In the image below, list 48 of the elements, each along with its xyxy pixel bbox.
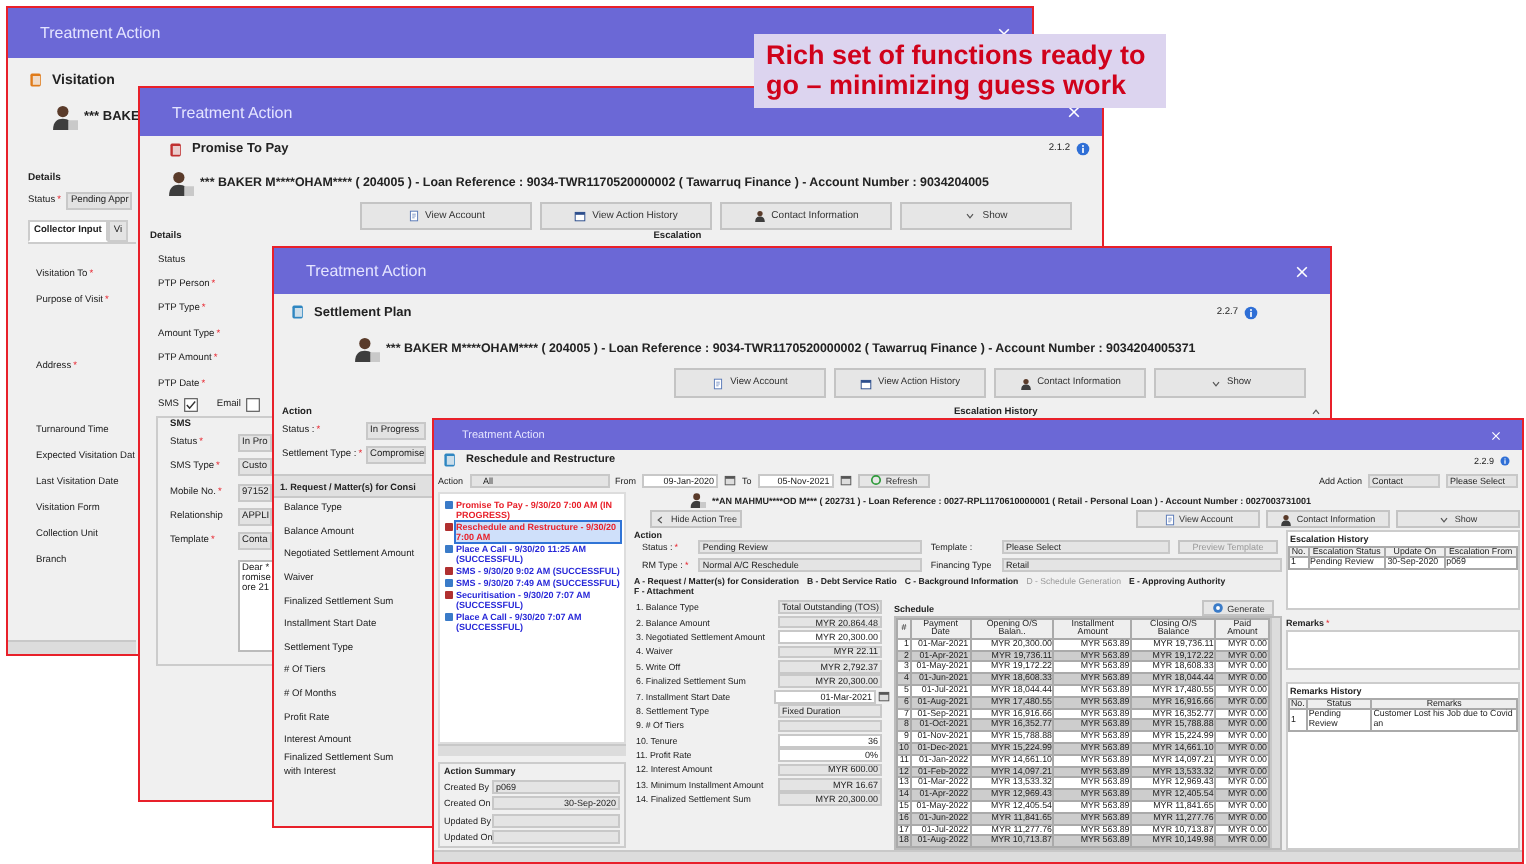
scrollbar[interactable]: [8, 640, 136, 654]
form-icon: [290, 304, 306, 320]
chevron-down-icon: [1438, 513, 1451, 525]
chevron-down-icon: [1209, 377, 1221, 389]
info-icon[interactable]: [1500, 455, 1510, 465]
user-icon: [52, 104, 78, 130]
callout-text: Rich set of functions ready to go – minimizing guess work: [754, 34, 1166, 108]
calendar-icon[interactable]: [878, 690, 890, 703]
remarks-field[interactable]: [1286, 630, 1520, 670]
user-icon: [1019, 377, 1032, 389]
checkbox-checked[interactable]: [184, 398, 199, 413]
collapse-icon[interactable]: [1310, 406, 1322, 418]
user-icon: [690, 492, 706, 508]
info-icon[interactable]: [1076, 142, 1090, 156]
document-icon: [712, 377, 725, 389]
refresh-icon: [869, 474, 882, 486]
form-icon: [168, 141, 184, 157]
calendar-icon[interactable]: [724, 474, 737, 486]
checkbox[interactable]: [246, 398, 261, 413]
window-title: Treatment Action: [306, 262, 427, 280]
close-icon[interactable]: [1294, 263, 1310, 279]
action-icon: [444, 522, 454, 532]
input-field: [778, 719, 882, 733]
chevron-down-icon: [964, 210, 977, 222]
chevron-left-icon: [654, 513, 667, 525]
action-icon: [444, 500, 454, 510]
close-icon[interactable]: [1066, 104, 1082, 120]
form-icon: [28, 72, 44, 88]
calendar-icon: [860, 377, 873, 389]
readonly-field: [492, 813, 620, 827]
window-title: Treatment Action: [40, 24, 161, 42]
scrollbar[interactable]: [434, 850, 1522, 862]
action-icon: [444, 544, 454, 554]
window-title: Treatment Action: [172, 103, 293, 121]
scrollbar[interactable]: [438, 744, 626, 756]
action-icon: [444, 612, 454, 622]
calendar-icon: [574, 210, 587, 222]
calendar-icon[interactable]: [839, 474, 852, 486]
info-icon[interactable]: [1244, 305, 1258, 319]
scrollbar[interactable]: [1270, 618, 1280, 848]
user-icon: [168, 170, 194, 196]
user-icon: [753, 210, 766, 222]
user-icon: [1280, 513, 1293, 525]
document-icon: [1163, 513, 1176, 525]
user-icon: [354, 336, 380, 362]
document-icon: [407, 210, 420, 222]
form-icon: [442, 452, 458, 468]
close-icon[interactable]: [1490, 429, 1502, 441]
